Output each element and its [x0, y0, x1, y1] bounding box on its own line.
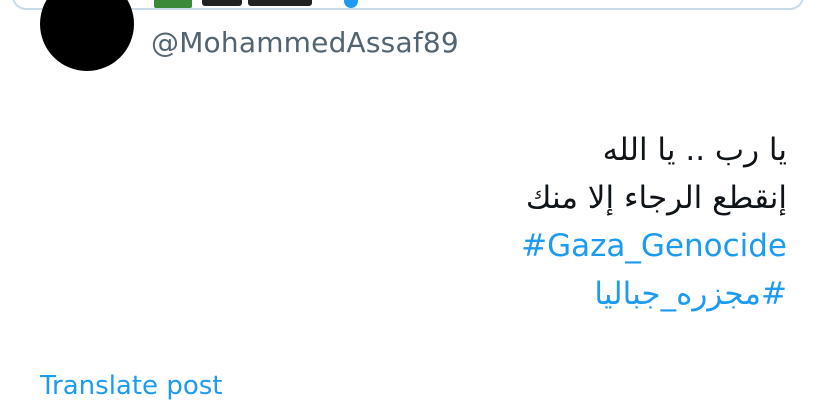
flag-icon: [154, 0, 192, 8]
display-name-fragment: [202, 0, 242, 6]
hashtag-link[interactable]: #Gaza_Genocide: [521, 222, 787, 270]
avatar[interactable]: [40, 0, 134, 71]
display-name-fragment: [248, 0, 312, 6]
translate-post-link[interactable]: Translate post: [40, 368, 222, 404]
verified-badge-icon: [344, 0, 358, 8]
display-name-cropped: [152, 0, 372, 9]
tweet-view: @MohammedAssaf89 يا رب .. يا الله إنقطع …: [0, 0, 829, 405]
tweet-body: يا رب .. يا الله إنقطع الرجاء إلا منك #G…: [187, 126, 787, 318]
tweet-line: يا رب .. يا الله: [602, 132, 787, 168]
hashtag-link[interactable]: #مجزره_جباليا: [594, 276, 787, 312]
author-handle[interactable]: @MohammedAssaf89: [151, 25, 459, 61]
tweet-line: إنقطع الرجاء إلا منك: [525, 180, 787, 216]
